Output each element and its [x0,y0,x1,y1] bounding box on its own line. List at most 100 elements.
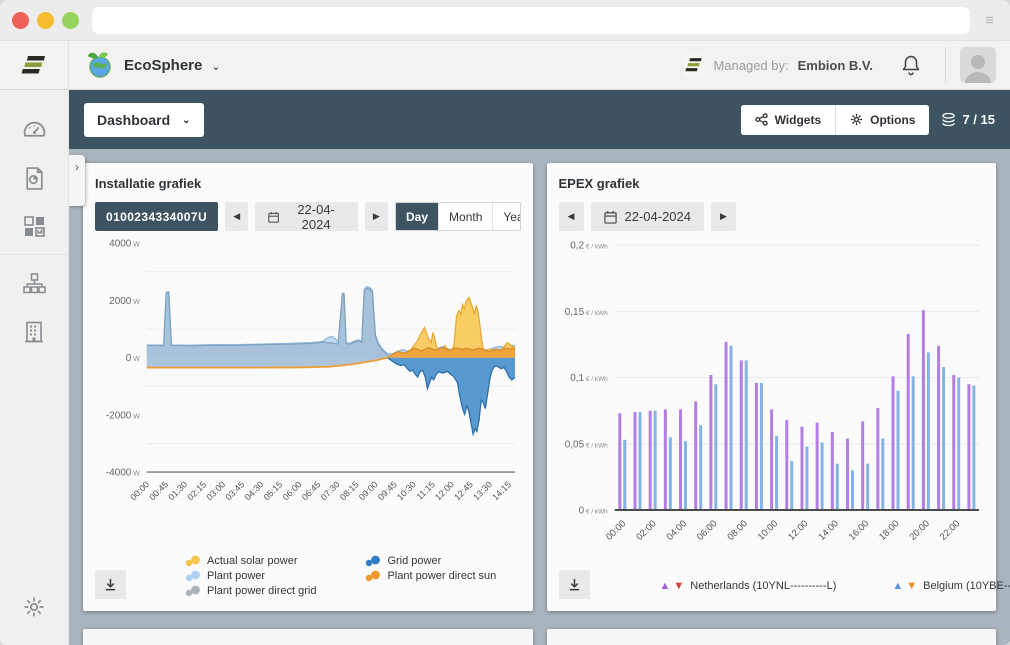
x-tick-label: 03:00 [204,479,227,502]
prev-date-button[interactable]: ◀ [225,202,248,231]
price-bar [937,346,940,510]
gear-icon [22,595,46,619]
partial-widget [83,629,533,645]
embion-mini-logo-icon [684,55,704,75]
date-picker-button[interactable]: 22-04-2024 [591,202,705,231]
range-tab-year[interactable]: Year [492,203,520,230]
sidebar-item-buildings[interactable] [0,307,68,355]
managed-by: Managed by: Embion B.V. [684,55,895,75]
legend-item[interactable]: Grid power [364,555,496,567]
bell-icon [901,54,921,76]
options-button[interactable]: Options [835,105,929,135]
notifications-button[interactable] [895,54,945,76]
widgets-button-label: Widgets [775,113,822,127]
sidebar-item-reports[interactable] [0,154,68,202]
next-date-button[interactable]: ▶ [711,202,736,231]
sitemap-icon [22,271,47,295]
browser-chrome: ≡ [0,0,1010,40]
date-picker-button[interactable]: 22-04-2024 [255,202,357,231]
share-nodes-icon [755,113,768,126]
price-bar [815,423,818,510]
address-bar[interactable] [92,7,970,34]
legend-label: Plant power direct grid [207,585,316,597]
installation-serial-button[interactable]: 0100234334007U [95,202,218,231]
svg-text:0,15 € / kWh: 0,15 € / kWh [564,307,607,318]
managed-by-label: Managed by: [713,58,788,73]
installatie-widget-title: Installatie grafiek [95,176,521,191]
browser-window: ≡ EcoSphere ⌄ [0,0,1010,645]
svg-text:-4000 W: -4000 W [106,468,140,479]
legend-label: Belgium (10YBE----------2) [923,580,1010,592]
range-tab-month[interactable]: Month [438,203,492,230]
widgets-button[interactable]: Widgets [741,105,836,135]
price-bar [926,352,929,510]
chevron-down-icon: ⌄ [211,60,220,73]
close-window-button[interactable] [12,12,29,29]
sidebar-item-dashboard[interactable] [0,106,68,154]
legend-item[interactable]: Actual solar power [184,555,316,567]
embion-logo[interactable] [0,41,69,89]
layers-icon [941,112,956,127]
legend-label: Actual solar power [207,555,298,567]
price-bar [896,391,899,510]
price-bar [800,427,803,510]
price-bar [921,310,924,510]
browser-menu-icon[interactable]: ≡ [970,12,1010,29]
calendar-icon [268,210,279,224]
download-button[interactable] [95,570,126,599]
avatar [960,47,996,83]
price-bar [694,401,697,510]
sidebar-item-widgets[interactable] [0,202,68,250]
price-bar [845,439,848,510]
sidebar-item-sitemap[interactable] [0,259,68,307]
range-tab-day[interactable]: Day [396,203,438,230]
brand-selector[interactable]: EcoSphere ⌄ [69,41,221,89]
legend-item[interactable]: Plant power direct sun [364,570,496,582]
next-date-button[interactable]: ▶ [365,202,388,231]
epex-widget: EPEX grafiek ◀ 22-04-2024 ▶ [547,163,997,611]
price-bar [663,409,666,510]
legend-item[interactable]: Plant power [184,570,316,582]
triangle-down-icon: ▼ [673,581,684,592]
ecosphere-logo-icon [85,50,115,80]
x-tick-label: 12:00 [433,479,456,502]
chevron-down-icon: ⌄ [182,115,190,126]
user-menu[interactable] [945,47,1010,83]
x-tick-label: 14:15 [490,479,513,502]
managed-by-name: Embion B.V. [798,58,873,73]
x-tick-label: 08:15 [338,479,361,502]
x-tick-label: 12:00 [786,518,810,542]
price-bar [623,440,626,510]
triangle-down-icon: ▼ [906,581,917,592]
x-tick-label: 16:00 [846,518,870,542]
svg-text:0,05 € / kWh: 0,05 € / kWh [564,439,607,450]
price-bar [850,470,853,510]
svg-text:0,2 € / kWh: 0,2 € / kWh [570,241,608,252]
price-bar [785,420,788,510]
price-bar [775,436,778,510]
sidebar [0,90,69,645]
installatie-widget: Installatie grafiek 0100234334007U ◀ 22- [83,163,533,611]
price-bar [638,412,641,510]
price-bar [881,439,884,510]
x-tick-label: 18:00 [877,518,901,542]
date-picker-value: 22-04-2024 [625,209,692,224]
legend-item[interactable]: ▲▼Netherlands (10YNL----------L) [660,580,837,592]
x-tick-label: 09:00 [357,479,380,502]
price-bar [866,464,869,510]
x-tick-label: 22:00 [937,518,961,542]
sidebar-expander[interactable]: › [69,155,85,206]
minimize-window-button[interactable] [37,12,54,29]
gear-icon [850,113,863,126]
sidebar-item-settings[interactable] [0,583,68,631]
legend-item[interactable]: ▲▼Belgium (10YBE----------2) [892,580,1010,592]
download-button[interactable] [559,570,590,599]
legend-item[interactable]: Plant power direct grid [184,585,316,597]
prev-date-button[interactable]: ◀ [559,202,584,231]
svg-text:0 W: 0 W [126,353,140,364]
price-bar [759,383,762,510]
dashboard-dropdown[interactable]: Dashboard ⌄ [84,103,204,137]
maximize-window-button[interactable] [62,12,79,29]
epex-widget-title: EPEX grafiek [559,176,985,191]
x-tick-label: 00:00 [128,479,151,502]
